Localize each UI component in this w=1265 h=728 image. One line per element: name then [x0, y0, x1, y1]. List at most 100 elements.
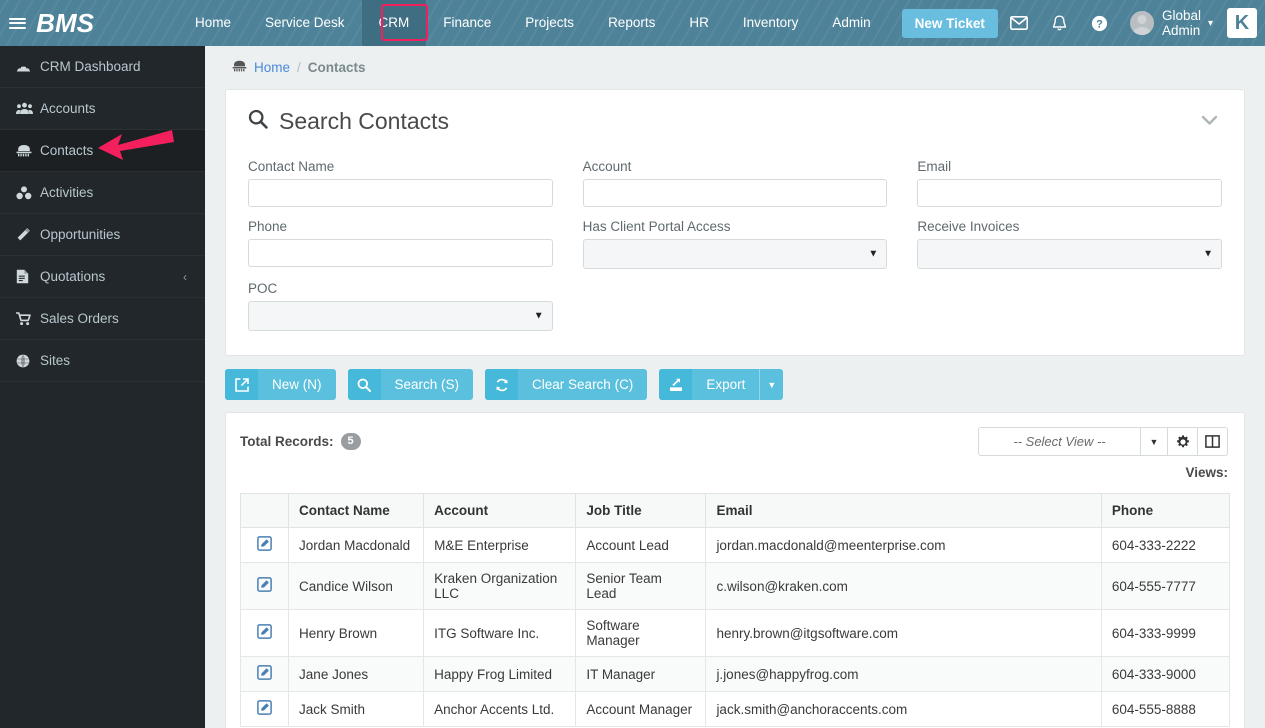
breadcrumb-home-link[interactable]: Home [254, 60, 290, 75]
edit-icon[interactable] [257, 700, 272, 718]
sidebar-item-label: Activities [40, 185, 94, 200]
row-edit-cell[interactable] [239, 527, 290, 563]
top-navigation-bar: BMS Home Service Desk CRM Finance Projects Re… [0, 0, 1265, 46]
nav-item-hr[interactable]: HR [672, 0, 726, 46]
column-header-phone[interactable]: Phone [1100, 493, 1231, 528]
edit-icon[interactable] [257, 624, 272, 642]
contact-name-label: Contact Name [248, 159, 335, 174]
envelope-icon[interactable] [998, 0, 1040, 46]
receive-invoices-label: Receive Invoices [917, 219, 1020, 234]
sidebar-item-sales-orders[interactable]: Sales Orders [0, 298, 205, 340]
sidebar-item-label: Sales Orders [40, 311, 119, 326]
column-header-contact-name[interactable]: Contact Name [288, 493, 425, 528]
field-email: Email [917, 159, 1222, 207]
app-logo[interactable]: K [1227, 8, 1257, 38]
table-row[interactable]: Jack Smith Anchor Accents Ltd. Account Man… [239, 691, 1231, 727]
sidebar-item-label: Contacts [40, 143, 94, 158]
nav-item-finance[interactable]: Finance [426, 0, 508, 46]
nav-item-admin[interactable]: Admin [815, 0, 887, 46]
cell-phone: 604-555-7777 [1100, 562, 1231, 610]
new-n-button-label: New (N) [272, 377, 322, 392]
has-client-portal-access-select[interactable] [582, 239, 888, 269]
edit-icon[interactable] [257, 577, 272, 595]
column-header-actions[interactable] [239, 493, 290, 528]
table-row[interactable]: Henry Brown ITG Software Inc. Software Man… [239, 609, 1231, 657]
contacts-icon [16, 144, 40, 157]
receive-invoices-select[interactable] [917, 239, 1222, 269]
row-edit-cell[interactable] [239, 691, 290, 727]
nav-item-crm[interactable]: CRM [361, 0, 427, 46]
column-header-account[interactable]: Account [423, 493, 577, 528]
cell-account: Happy Frog Limited [423, 656, 577, 692]
table-row[interactable]: Candice Wilson Kraken Organization LLC Sen… [239, 562, 1231, 610]
nav-item-service-desk[interactable]: Service Desk [248, 0, 362, 46]
phone-input[interactable] [248, 239, 553, 267]
cell-account: M&E Enterprise [423, 527, 577, 563]
chevron-left-icon[interactable]: ‹ [183, 270, 187, 284]
search-s-button[interactable]: Search (S) [347, 369, 474, 400]
cell-job-title: Software Manager [575, 609, 707, 657]
sidebar-item-crm-dashboard[interactable]: CRM Dashboard [0, 46, 205, 88]
column-header-job-title[interactable]: Job Title [575, 493, 707, 528]
table-row[interactable]: Jane Jones Happy Frog Limited IT Manager j.… [239, 656, 1231, 692]
poc-select[interactable] [248, 301, 553, 331]
cell-job-title: Account Lead [575, 527, 707, 563]
cubes-icon [16, 185, 40, 200]
email-input[interactable] [917, 179, 1222, 207]
sidebar-item-quotations[interactable]: Quotations ‹ [0, 256, 205, 298]
page-title: Search Contacts [248, 108, 449, 135]
export-dropdown-toggle[interactable]: ▼ [759, 369, 783, 400]
field-contact-name: Contact Name [248, 159, 553, 207]
sidebar-item-activities[interactable]: Activities [0, 172, 205, 214]
caret-down-icon[interactable]: ▼ [1140, 427, 1168, 456]
row-edit-cell[interactable] [239, 562, 290, 610]
chevron-down-icon[interactable] [1197, 113, 1222, 131]
cell-phone: 604-333-2222 [1100, 527, 1231, 563]
chevron-down-icon: ▾ [1207, 17, 1213, 29]
column-header-email[interactable]: Email [705, 493, 1102, 528]
nav-item-inventory[interactable]: Inventory [726, 0, 816, 46]
nav-item-projects[interactable]: Projects [508, 0, 591, 46]
cell-contact-name: Jordan Macdonald [288, 527, 425, 563]
nav-item-home[interactable]: Home [178, 0, 248, 46]
nav-right-actions: ? Global Admin ▾ K [998, 0, 1265, 46]
search-contacts-panel: Search Contacts Contact Name Account Email… [225, 89, 1245, 356]
phone-label: Phone [248, 219, 288, 234]
account-input[interactable] [582, 179, 888, 207]
gear-icon[interactable] [1168, 427, 1198, 456]
question-circle-icon[interactable]: ? [1079, 0, 1120, 46]
sidebar-item-accounts[interactable]: Accounts [0, 88, 205, 130]
account-label: Account [582, 159, 632, 174]
poc-select-wrapper [248, 301, 553, 331]
contact-name-input[interactable] [248, 179, 553, 207]
field-receive-invoices: Receive Invoices [917, 219, 1222, 269]
nav-item-reports[interactable]: Reports [591, 0, 672, 46]
new-n-button[interactable]: New (N) [225, 369, 336, 400]
row-edit-cell[interactable] [239, 609, 290, 657]
sidebar-item-sites[interactable]: Sites [0, 340, 205, 382]
field-has-client-portal-access: Has Client Portal Access [582, 219, 888, 269]
edit-icon[interactable] [257, 665, 272, 683]
export-button[interactable]: Export ▼ [659, 369, 784, 400]
row-edit-cell[interactable] [239, 656, 290, 692]
sidebar-item-opportunities[interactable]: Opportunities [0, 214, 205, 256]
has-client-portal-access-label: Has Client Portal Access [582, 219, 731, 234]
field-poc: POC [248, 281, 553, 331]
bell-icon[interactable] [1040, 0, 1079, 46]
email-label: Email [917, 159, 952, 174]
menu-toggle-button[interactable] [0, 0, 34, 46]
clear-search-c-button[interactable]: Clear Search (C) [485, 369, 648, 400]
brand-logo[interactable]: BMS [36, 8, 94, 39]
edit-icon[interactable] [257, 536, 272, 554]
table-row[interactable]: Jordan Macdonald M&E Enterprise Account Le… [239, 527, 1231, 563]
avatar [1129, 11, 1154, 35]
dashboard-icon [16, 60, 40, 73]
sidebar-item-label: Sites [40, 353, 71, 368]
views-label: Views: [1185, 465, 1228, 480]
sidebar-item-contacts[interactable]: Contacts [0, 130, 205, 172]
user-menu[interactable]: Global Admin ▾ [1120, 0, 1221, 46]
columns-icon[interactable] [1198, 427, 1228, 456]
cell-phone: 604-555-8888 [1100, 691, 1231, 727]
new-ticket-button[interactable]: New Ticket [901, 8, 998, 38]
view-select[interactable]: -- Select View -- [978, 427, 1140, 456]
